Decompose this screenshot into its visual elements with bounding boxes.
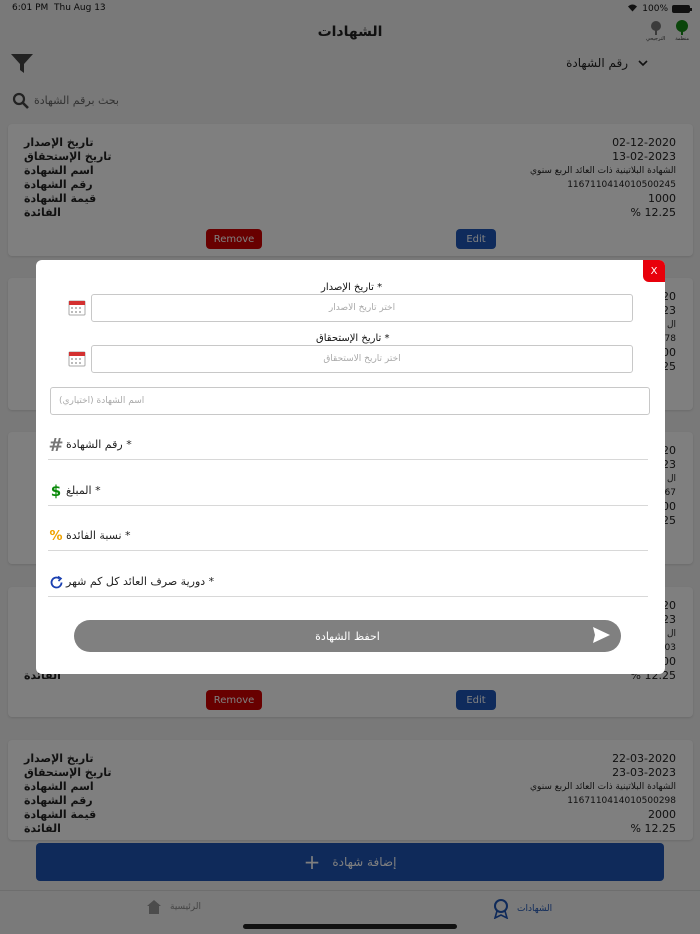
calendar-icon[interactable] [68, 349, 86, 371]
due-date-field-label: تاريخ الإستحقاق * [316, 333, 390, 344]
home-indicator [243, 924, 457, 929]
dollar-icon: $ [50, 482, 62, 500]
interest-rate-label: نسبة الفائدة * [66, 529, 131, 542]
certificate-number-label: رقم الشهادة * [66, 438, 132, 451]
payout-frequency-field[interactable]: دورية صرف العائد كل كم شهر * [48, 567, 648, 597]
save-certificate-label: احفظ الشهادة [315, 629, 380, 643]
close-button[interactable]: X [643, 260, 665, 282]
interest-rate-field[interactable]: % نسبة الفائدة * [48, 521, 648, 551]
add-certificate-modal: X تاريخ الإصدار * تاريخ الإستحقاق * # رق… [36, 260, 665, 674]
refresh-icon [48, 573, 64, 591]
issue-date-field-label: تاريخ الإصدار * [321, 282, 383, 293]
percent-icon: % [49, 528, 63, 544]
hash-icon: # [48, 434, 64, 456]
certificate-number-field[interactable]: # رقم الشهادة * [48, 430, 648, 460]
certificate-name-input[interactable] [50, 387, 650, 415]
due-date-input[interactable] [91, 345, 633, 373]
send-icon [592, 626, 611, 647]
issue-date-input[interactable] [91, 294, 633, 322]
save-certificate-button[interactable]: احفظ الشهادة [74, 620, 621, 652]
calendar-icon[interactable] [68, 298, 86, 320]
amount-label: المبلغ * [66, 484, 101, 497]
payout-frequency-label: دورية صرف العائد كل كم شهر * [66, 575, 215, 588]
amount-field[interactable]: $ المبلغ * [48, 476, 648, 506]
